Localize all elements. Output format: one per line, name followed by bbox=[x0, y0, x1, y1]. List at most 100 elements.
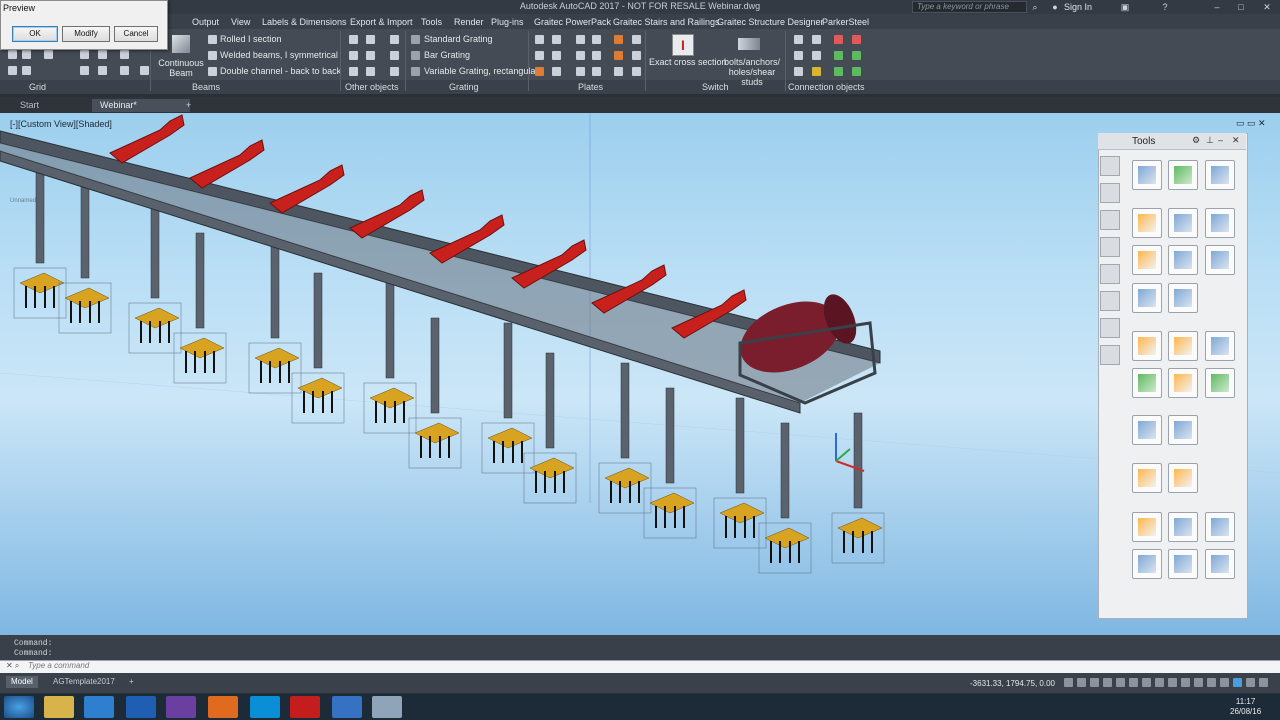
tool-button[interactable] bbox=[1132, 283, 1162, 313]
variable-grating-button[interactable]: Variable Grating, rectangular bbox=[424, 66, 538, 76]
minimize-icon[interactable]: – bbox=[1212, 2, 1222, 12]
tab-render[interactable]: Render bbox=[454, 17, 484, 27]
connection-icon[interactable] bbox=[812, 51, 821, 60]
tool-button[interactable] bbox=[1132, 331, 1162, 361]
tool-button[interactable] bbox=[1205, 331, 1235, 361]
connection-icon[interactable] bbox=[794, 35, 803, 44]
status-toggle-icon[interactable] bbox=[1090, 678, 1099, 687]
status-toggle-icon[interactable] bbox=[1194, 678, 1203, 687]
grid-tool-icon[interactable] bbox=[44, 50, 53, 59]
beam-rolled-i-section[interactable]: Rolled I section bbox=[220, 34, 282, 44]
continuous-beam-button[interactable]: Continuous Beam bbox=[158, 58, 204, 78]
plate-icon[interactable] bbox=[552, 35, 561, 44]
file-tab-webinar[interactable]: Webinar* bbox=[92, 99, 190, 112]
tool-button[interactable] bbox=[1132, 512, 1162, 542]
layout-tab-agtemplate[interactable]: AGTemplate2017 bbox=[48, 676, 120, 688]
beam-double-channel[interactable]: Double channel - back to back bbox=[220, 66, 341, 76]
status-toggle-icon[interactable] bbox=[1233, 678, 1242, 687]
standard-grating-button[interactable]: Standard Grating bbox=[424, 34, 493, 44]
start-button[interactable] bbox=[4, 696, 34, 718]
cancel-button[interactable]: Cancel bbox=[114, 26, 158, 42]
command-input[interactable] bbox=[0, 660, 1280, 674]
plate-icon[interactable] bbox=[576, 67, 585, 76]
beam-tool3-icon[interactable] bbox=[120, 50, 129, 59]
palette-minimize-icon[interactable]: – bbox=[1218, 135, 1223, 145]
drawing-viewport[interactable] bbox=[0, 113, 1280, 635]
status-toggle-icon[interactable] bbox=[1181, 678, 1190, 687]
connection-icon[interactable] bbox=[794, 51, 803, 60]
autocad-icon[interactable] bbox=[290, 696, 320, 718]
palette-side-tab[interactable] bbox=[1100, 237, 1120, 257]
palette-side-tab[interactable] bbox=[1100, 183, 1120, 203]
plate-icon[interactable] bbox=[632, 51, 641, 60]
skype-icon[interactable] bbox=[250, 696, 280, 718]
tool-button[interactable] bbox=[1168, 283, 1198, 313]
tab-graitec-stairs[interactable]: Graitec Stairs and Railings bbox=[613, 17, 720, 27]
user-icon[interactable]: ● bbox=[1050, 2, 1060, 12]
tab-graitec-powerpack[interactable]: Graitec PowerPack bbox=[534, 17, 611, 27]
internet-explorer-icon[interactable] bbox=[84, 696, 114, 718]
beam-tool4-icon[interactable] bbox=[80, 66, 89, 75]
group-beams[interactable]: Beams bbox=[192, 82, 220, 92]
tab-labels-dimensions[interactable]: Labels & Dimensions bbox=[262, 17, 347, 27]
tool-button[interactable] bbox=[1168, 331, 1198, 361]
plate-icon[interactable] bbox=[592, 67, 601, 76]
grid-add-icon[interactable] bbox=[22, 66, 31, 75]
beam-tool-icon[interactable] bbox=[80, 50, 89, 59]
group-grating[interactable]: Grating bbox=[449, 82, 479, 92]
modify-button[interactable]: Modify bbox=[62, 26, 110, 42]
status-toggle-icon[interactable] bbox=[1116, 678, 1125, 687]
palette-settings-icon[interactable]: ⚙ bbox=[1192, 135, 1200, 146]
outlook-icon[interactable] bbox=[126, 696, 156, 718]
tool-button[interactable] bbox=[1168, 415, 1198, 445]
snowflake-app-icon[interactable] bbox=[332, 696, 362, 718]
search-icon[interactable]: ⌕ bbox=[1030, 2, 1040, 12]
plate-icon[interactable] bbox=[614, 51, 623, 60]
status-toggle-icon[interactable] bbox=[1168, 678, 1177, 687]
tab-graitec-structure[interactable]: Graitec Structure Designer bbox=[717, 17, 824, 27]
tool-button[interactable] bbox=[1168, 160, 1198, 190]
group-plates[interactable]: Plates bbox=[578, 82, 603, 92]
object-icon[interactable] bbox=[349, 67, 358, 76]
connection-icon[interactable] bbox=[852, 35, 861, 44]
tab-export-import[interactable]: Export & Import bbox=[350, 17, 413, 27]
status-toggle-icon[interactable] bbox=[1259, 678, 1268, 687]
exact-cross-section-icon[interactable]: I bbox=[672, 34, 694, 56]
object-icon[interactable] bbox=[366, 35, 375, 44]
sign-in-link[interactable]: Sign In bbox=[1064, 2, 1092, 12]
viewport-window-controls[interactable]: ▭ ▭ ✕ bbox=[1236, 118, 1276, 128]
connection-icon[interactable] bbox=[812, 67, 821, 76]
tab-output[interactable]: Output bbox=[192, 17, 219, 27]
plate-icon[interactable] bbox=[535, 35, 544, 44]
tab-view[interactable]: View bbox=[231, 17, 250, 27]
tool-button[interactable] bbox=[1132, 549, 1162, 579]
palette-side-tab[interactable] bbox=[1100, 210, 1120, 230]
tools-palette-header[interactable] bbox=[1098, 133, 1246, 150]
palette-close-icon[interactable]: ✕ bbox=[1232, 135, 1240, 146]
help-icon[interactable]: ? bbox=[1160, 2, 1170, 12]
palette-side-tab[interactable] bbox=[1100, 318, 1120, 338]
beam-welded-symmetrical[interactable]: Welded beams, I symmetrical bbox=[220, 50, 338, 60]
plate-icon[interactable] bbox=[535, 67, 544, 76]
tool-button[interactable] bbox=[1132, 463, 1162, 493]
object-icon[interactable] bbox=[390, 35, 399, 44]
tool-button[interactable] bbox=[1205, 549, 1235, 579]
bar-grating-button[interactable]: Bar Grating bbox=[424, 50, 470, 60]
exact-cross-section-button[interactable]: Exact cross section bbox=[649, 57, 727, 67]
connection-icon[interactable] bbox=[834, 51, 843, 60]
tool-button[interactable] bbox=[1205, 512, 1235, 542]
status-toggle-icon[interactable] bbox=[1207, 678, 1216, 687]
object-icon[interactable] bbox=[390, 51, 399, 60]
cart-icon[interactable]: ▣ bbox=[1120, 2, 1130, 12]
plate-icon[interactable] bbox=[535, 51, 544, 60]
beam-tool5-icon[interactable] bbox=[98, 66, 107, 75]
search-input[interactable]: Type a keyword or phrase bbox=[912, 1, 1027, 13]
palette-side-tab[interactable] bbox=[1100, 345, 1120, 365]
tool-button[interactable] bbox=[1168, 549, 1198, 579]
tool-button[interactable] bbox=[1168, 512, 1198, 542]
tool-button[interactable] bbox=[1205, 208, 1235, 238]
palette-side-tab[interactable] bbox=[1100, 291, 1120, 311]
firefox-icon[interactable] bbox=[208, 696, 238, 718]
plate-icon[interactable] bbox=[576, 51, 585, 60]
file-tab-start[interactable]: Start bbox=[12, 99, 47, 112]
